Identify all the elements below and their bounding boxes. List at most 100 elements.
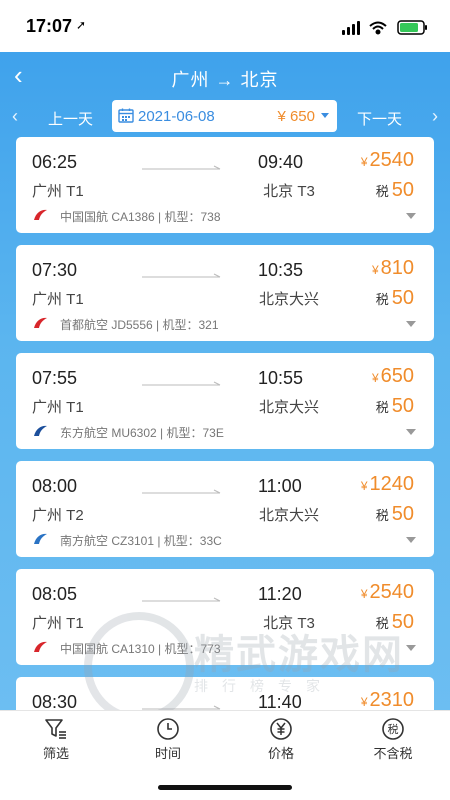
- tax-label: 税: [375, 184, 389, 199]
- tax-value: 50: [391, 611, 414, 633]
- tax-amount: 税 50: [376, 287, 414, 310]
- chevron-down-icon: [321, 113, 329, 118]
- price-value: 810: [380, 257, 414, 279]
- ticket-price: ¥2310: [361, 689, 414, 712]
- chevron-down-icon[interactable]: [406, 429, 416, 435]
- tab-excl-tax[interactable]: 税 不含税: [353, 711, 433, 767]
- yuan-icon: [270, 718, 292, 740]
- arrival-airport: 北京大兴: [258, 399, 319, 416]
- route-arrow-icon: [142, 165, 221, 170]
- departure-time: 06:25: [32, 152, 78, 172]
- tab-label: 时间: [154, 746, 181, 761]
- airline-info: 首都航空 JD5556 | 机型：321: [60, 318, 219, 332]
- tab-label: 价格: [267, 746, 294, 761]
- wifi-icon: [369, 21, 387, 35]
- tax-label: 税: [375, 292, 389, 307]
- airline-info: 中国国航 CA1386 | 机型：738: [60, 210, 221, 224]
- ticket-price: ¥810: [372, 257, 414, 280]
- departure-airport: 广州 T1: [32, 183, 84, 200]
- chevron-down-icon[interactable]: [406, 213, 416, 219]
- route-arrow-icon: [142, 381, 221, 386]
- tax-icon: 税: [382, 718, 404, 740]
- bottom-toolbar: 筛选 时间 价格 税 不含税: [0, 710, 450, 766]
- airline-info: 南方航空 CZ3101 | 机型：33C: [60, 534, 222, 548]
- price-value: 2540: [369, 149, 415, 171]
- currency-symbol: ¥: [360, 695, 368, 709]
- departure-time: 07:55: [32, 368, 78, 388]
- price-value: 1240: [369, 473, 415, 495]
- flight-card[interactable]: 07:30 10:35 ¥810 广州 T1 北京大兴 税 50 首都航空 JD5556 | …: [16, 245, 434, 341]
- arrival-airport: 北京 T3: [263, 615, 315, 632]
- prev-day-button[interactable]: 上一天: [48, 108, 93, 129]
- airline-logo-icon: [34, 209, 47, 220]
- ticket-price: ¥2540: [361, 581, 414, 604]
- tab-label: 筛选: [42, 746, 69, 761]
- tax-amount: 税 50: [376, 611, 414, 634]
- arrival-time: 09:40: [258, 152, 304, 172]
- signal-icon: [342, 21, 360, 35]
- airline-logo-icon: [34, 641, 47, 652]
- tax-label: 税: [375, 400, 389, 415]
- ticket-price: ¥2540: [361, 149, 414, 172]
- departure-airport: 广州 T1: [32, 615, 84, 632]
- tab-price[interactable]: 价格: [241, 711, 321, 767]
- currency-symbol: ¥: [360, 587, 368, 601]
- selected-date: 2021-06-08: [138, 108, 215, 125]
- next-arrow-icon[interactable]: ›: [432, 106, 438, 127]
- date-picker-button[interactable]: 2021-06-08 ¥ 650: [112, 100, 337, 132]
- flight-card[interactable]: 08:00 11:00 ¥1240 广州 T2 北京大兴 税 50 南方航空 CZ3101 |…: [16, 461, 434, 557]
- airline-info: 东方航空 MU6302 | 机型：73E: [60, 426, 224, 440]
- tab-filter[interactable]: 筛选: [16, 711, 96, 767]
- tab-label: 不含税: [373, 746, 413, 761]
- home-indicator: [158, 785, 292, 790]
- arrival-time: 10:35: [258, 260, 304, 280]
- arrival-airport: 北京大兴: [258, 507, 319, 524]
- currency-symbol: ¥: [360, 479, 368, 493]
- lowest-price: ¥ 650: [277, 108, 315, 125]
- currency-symbol: ¥: [371, 371, 379, 385]
- departure-airport: 广州 T2: [32, 507, 84, 524]
- chevron-down-icon[interactable]: [406, 645, 416, 651]
- route-arrow-icon: [142, 489, 221, 494]
- route-arrow-icon: [142, 273, 221, 278]
- ticket-price: ¥650: [372, 365, 414, 388]
- prev-arrow-icon[interactable]: ‹: [12, 106, 18, 127]
- currency-symbol: ¥: [371, 263, 379, 277]
- tax-value: 50: [391, 287, 414, 309]
- tax-label: 税: [375, 616, 389, 631]
- departure-time: 07:30: [32, 260, 78, 280]
- ticket-price: ¥1240: [361, 473, 414, 496]
- price-value: 2310: [369, 689, 415, 711]
- tax-value: 50: [391, 395, 414, 417]
- tax-value: 50: [391, 503, 414, 525]
- departure-time: 08:00: [32, 476, 78, 496]
- tab-time[interactable]: 时间: [128, 711, 208, 767]
- tax-amount: 税 50: [376, 503, 414, 526]
- chevron-down-icon[interactable]: [406, 537, 416, 543]
- departure-time: 08:05: [32, 584, 78, 604]
- airline-logo-icon: [34, 317, 47, 328]
- airline-logo-icon: [34, 425, 47, 436]
- tax-amount: 税 50: [376, 179, 414, 202]
- tax-label: 税: [375, 508, 389, 523]
- flight-card[interactable]: 08:05 11:20 ¥2540 广州 T1 北京 T3 税 50 中国国航 CA1310 …: [16, 569, 434, 665]
- status-icons: [342, 20, 427, 35]
- currency-symbol: ¥: [360, 155, 368, 169]
- status-time: 17:07: [26, 16, 73, 36]
- chevron-down-icon[interactable]: [406, 321, 416, 327]
- flight-card[interactable]: 06:25 09:40 ¥2540 广州 T1 北京 T3 税 50 中国国航 CA1386 …: [16, 137, 434, 233]
- tax-value: 50: [391, 179, 414, 201]
- tax-icon-glyph: 税: [388, 722, 399, 736]
- home-area: [0, 766, 450, 800]
- arrival-time: 10:55: [258, 368, 304, 388]
- arrival-airport: 北京 T3: [263, 183, 315, 200]
- arrival-time: 11:00: [258, 476, 302, 496]
- tax-amount: 税 50: [376, 395, 414, 418]
- battery-icon: [397, 20, 427, 35]
- airline-info: 中国国航 CA1310 | 机型：773: [60, 642, 221, 656]
- flight-card[interactable]: 07:55 10:55 ¥650 广州 T1 北京大兴 税 50 东方航空 MU6302 | …: [16, 353, 434, 449]
- airline-logo-icon: [34, 533, 47, 544]
- status-bar: 17:07 ➚: [0, 0, 450, 52]
- next-day-button[interactable]: 下一天: [357, 108, 402, 129]
- price-value: 2540: [369, 581, 415, 603]
